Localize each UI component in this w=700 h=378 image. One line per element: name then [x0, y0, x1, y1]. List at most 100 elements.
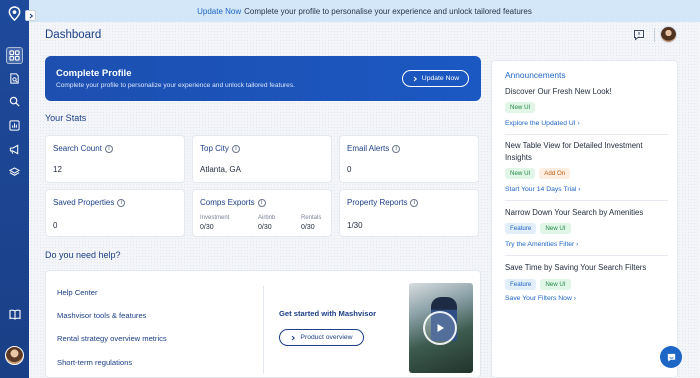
stat-value: 1/30	[347, 221, 363, 230]
announcement-title: Narrow Down Your Search by Amenities	[505, 208, 644, 217]
announcement-tags: New UI	[505, 102, 536, 113]
user-avatar[interactable]	[660, 26, 677, 43]
help-link-tools[interactable]: Mashvisor tools & features	[57, 311, 146, 320]
comps-rentals-value: 0/30	[301, 224, 315, 231]
announcement-link[interactable]: Explore the Updated UI ›	[505, 120, 580, 127]
stat-label: Email Alerts	[347, 144, 390, 153]
announcement-link-label: Try the Amenities Filter	[505, 241, 575, 248]
stat-value: Atlanta, GA	[200, 165, 241, 174]
stat-value: 0	[347, 165, 352, 174]
tag-feature: Feature	[505, 223, 537, 234]
stat-label: Search Count	[53, 144, 102, 153]
sidebar-item-search[interactable]	[6, 93, 23, 110]
info-icon[interactable]: i	[231, 144, 240, 153]
comps-investment-label: Investment	[200, 215, 230, 221]
announcement-divider	[505, 255, 668, 256]
megaphone-icon	[9, 144, 19, 155]
sidebar-item-marketing[interactable]	[6, 141, 23, 158]
announcement-link-label: Explore the Updated UI	[505, 120, 576, 127]
info-icon[interactable]: i	[392, 144, 401, 153]
update-now-button[interactable]: Update Now	[402, 70, 469, 87]
help-link-rental-metrics[interactable]: Rental strategy overview metrics	[57, 334, 167, 343]
info-icon[interactable]: i	[104, 144, 113, 153]
announcement-divider	[505, 200, 668, 201]
announcement-title: Save Time by Saving Your Search Filters	[505, 263, 647, 272]
help-divider	[263, 286, 264, 374]
announcements-title: Announcements	[505, 70, 566, 80]
announcement-link[interactable]: Save Your Filters Now ›	[505, 295, 576, 302]
sidebar-item-guide[interactable]	[6, 306, 23, 323]
product-overview-button[interactable]: Product overview	[279, 329, 364, 346]
announcement-divider	[505, 134, 668, 135]
tag-new-ui: New UI	[505, 102, 536, 113]
stat-card-top-city: Top City i Atlanta, GA	[192, 135, 332, 183]
announcement-link-label: Start Your 14 Days Trial	[505, 186, 577, 193]
product-overview-label: Product overview	[300, 334, 353, 341]
info-icon[interactable]: i	[410, 198, 419, 207]
sidebar-item-dashboard[interactable]	[6, 47, 23, 64]
stat-label-row: Saved Properties i	[53, 198, 126, 207]
support-chat-button[interactable]	[660, 346, 682, 368]
sidebar-avatar[interactable]	[5, 346, 24, 365]
profile-card-title: Complete Profile	[56, 68, 132, 79]
info-icon[interactable]: i	[117, 198, 126, 207]
stat-label-row: Comps Exports i	[200, 198, 266, 207]
chat-icon[interactable]	[633, 29, 645, 41]
announcement-title: New Table View for Detailed Investment I…	[505, 141, 643, 162]
sidebar-toggle-button[interactable]	[25, 10, 36, 21]
stat-label: Top City	[200, 144, 229, 153]
play-button[interactable]	[423, 311, 457, 345]
help-link-regulations[interactable]: Short-term regulations	[57, 358, 132, 367]
reports-icon	[10, 73, 19, 84]
header-divider	[654, 28, 655, 42]
stat-card-comps-exports: Comps Exports i Investment Airbnb Rental…	[192, 189, 332, 237]
banner-text: Complete your profile to personalise you…	[244, 6, 532, 16]
book-icon	[8, 309, 21, 320]
tag-new-ui: New UI	[540, 279, 571, 290]
stat-label: Property Reports	[347, 198, 408, 207]
stat-label: Saved Properties	[53, 198, 115, 207]
chevron-right-icon	[292, 335, 296, 340]
help-card: Help Center Mashvisor tools & features R…	[45, 270, 481, 378]
stat-label-row: Search Count i	[53, 144, 113, 153]
layers-icon	[9, 167, 20, 176]
search-icon	[9, 96, 20, 107]
announcement-link[interactable]: Try the Amenities Filter ›	[505, 241, 578, 248]
sidebar	[0, 0, 29, 378]
announcement-link-label: Save Your Filters Now	[505, 295, 572, 302]
video-thumbnail[interactable]	[409, 283, 473, 373]
chart-icon	[9, 120, 20, 131]
complete-profile-card: Complete Profile Complete your profile t…	[45, 56, 481, 101]
chevron-right-icon	[29, 13, 33, 18]
announcement-link[interactable]: Start Your 14 Days Trial ›	[505, 186, 581, 193]
stat-value: 12	[53, 165, 62, 174]
announcement-tags: New UI Add On	[505, 168, 571, 179]
stat-label: Comps Exports	[200, 198, 255, 207]
logo-icon[interactable]	[7, 6, 22, 21]
stat-value: 0	[53, 221, 58, 230]
announcement-title: Discover Our Fresh New Look!	[505, 87, 612, 96]
info-icon[interactable]: i	[257, 198, 266, 207]
get-started-title: Get started with Mashvisor	[279, 309, 377, 318]
play-icon	[437, 324, 444, 332]
tag-new-ui: New UI	[540, 223, 571, 234]
chat-icon	[667, 353, 675, 362]
comps-airbnb-value: 0/30	[258, 224, 272, 231]
banner-update-link[interactable]: Update Now	[197, 7, 241, 16]
help-link-help-center[interactable]: Help Center	[57, 288, 98, 297]
stat-card-property-reports: Property Reports i 1/30	[339, 189, 479, 237]
stat-card-email-alerts: Email Alerts i 0	[339, 135, 479, 183]
page-title: Dashboard	[45, 29, 102, 41]
stat-card-search-count: Search Count i 12	[45, 135, 185, 183]
tag-add-on: Add On	[539, 168, 571, 179]
tag-new-ui: New UI	[505, 168, 536, 179]
announcement-tags: Feature New UI	[505, 223, 571, 234]
comps-investment-value: 0/30	[200, 224, 214, 231]
dashboard-icon	[9, 50, 20, 61]
sidebar-item-analytics[interactable]	[6, 117, 23, 134]
help-section-title: Do you need help?	[45, 250, 121, 260]
announcement-tags: Feature New UI	[505, 279, 571, 290]
sidebar-item-layers[interactable]	[6, 164, 23, 181]
sidebar-item-reports[interactable]	[6, 70, 23, 87]
profile-banner: Update Now Complete your profile to pers…	[29, 0, 700, 22]
